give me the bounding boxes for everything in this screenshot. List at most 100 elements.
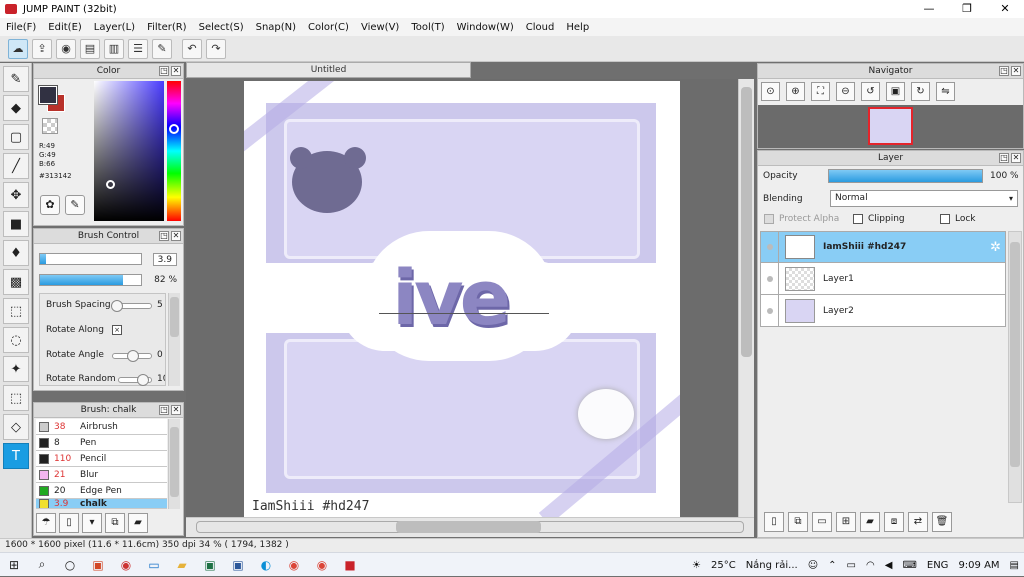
keyboard-icon[interactable]: ⌨ <box>902 560 916 571</box>
canvas-paper[interactable]: ive IamShiii #hd247 <box>244 81 680 517</box>
list-icon[interactable]: ☰ <box>128 38 148 59</box>
brush-folder-icon[interactable]: ▰ <box>128 513 148 533</box>
rotate-random-slider[interactable] <box>118 374 152 386</box>
weather-text[interactable]: Nắng rải... <box>746 560 798 571</box>
protect-alpha-checkbox[interactable]: Protect Alpha <box>764 214 839 224</box>
comment-icon[interactable]: ◉ <box>56 38 76 59</box>
brush-size-slider[interactable] <box>39 253 142 265</box>
language-indicator[interactable]: ENG <box>927 560 949 571</box>
lasso-icon[interactable]: ◌ <box>3 327 29 353</box>
menu-window[interactable]: Window(W) <box>451 22 520 33</box>
bucket-icon[interactable]: ♦ <box>3 240 29 266</box>
canvas-vertical-scrollbar[interactable] <box>738 79 754 517</box>
add-layer-menu-icon[interactable]: ⊞ <box>836 512 856 532</box>
brush-item-airbrush[interactable]: 38 Airbrush <box>36 419 167 435</box>
transparent-swatch[interactable] <box>42 118 58 134</box>
flip-icon[interactable]: ⇋ <box>936 82 955 101</box>
new-folder-icon[interactable]: ▰ <box>860 512 880 532</box>
close-button[interactable]: ✕ <box>986 0 1024 18</box>
chrome-icon[interactable]: ◉ <box>283 556 305 574</box>
rotate-right-icon[interactable]: ↻ <box>911 82 930 101</box>
visibility-icon[interactable] <box>761 295 779 326</box>
excel-icon[interactable]: ▣ <box>199 556 221 574</box>
menu-filter[interactable]: Filter(R) <box>141 22 193 33</box>
cloud-icon[interactable]: ☁ <box>8 38 28 59</box>
rectangle-icon[interactable]: ▢ <box>3 124 29 150</box>
menu-cloud[interactable]: Cloud <box>520 22 561 33</box>
chat-icon[interactable]: ▤ <box>80 38 100 59</box>
popout-icon[interactable]: ◳ <box>159 231 169 241</box>
close-icon[interactable]: ✕ <box>171 231 181 241</box>
windows-start-icon[interactable]: ⊞ <box>3 556 25 574</box>
task-view-icon[interactable]: ○ <box>59 556 81 574</box>
navigator-view[interactable] <box>758 105 1023 148</box>
brush-menu-icon[interactable]: ▾ <box>82 513 102 533</box>
hue-slider-handle[interactable] <box>169 124 179 134</box>
close-icon[interactable]: ✕ <box>171 405 181 415</box>
edit-icon[interactable]: ✎ <box>152 38 172 59</box>
menu-tool[interactable]: Tool(T) <box>405 22 450 33</box>
actual-size-icon[interactable]: ▣ <box>886 82 905 101</box>
menu-select[interactable]: Select(S) <box>193 22 250 33</box>
select-eraser-icon[interactable]: ◇ <box>3 414 29 440</box>
menu-edit[interactable]: Edit(E) <box>42 22 88 33</box>
popout-icon[interactable]: ◳ <box>159 405 169 415</box>
popout-icon[interactable]: ◳ <box>159 66 169 76</box>
copy-layer-icon[interactable]: ⧉ <box>788 512 808 532</box>
transfer-layer-icon[interactable]: ⇄ <box>908 512 928 532</box>
rotate-along-checkbox[interactable]: × <box>112 325 122 335</box>
zoom-reset-icon[interactable]: ⊙ <box>761 82 780 101</box>
saturation-value-picker[interactable] <box>94 81 164 221</box>
select-pen-icon[interactable]: ⬚ <box>3 385 29 411</box>
visibility-icon[interactable] <box>761 263 779 294</box>
brush-item-pen[interactable]: 8 Pen <box>36 435 167 451</box>
main-color-swatch[interactable] <box>38 85 58 105</box>
zoom-in-icon[interactable]: ⊕ <box>786 82 805 101</box>
palette-edit-icon[interactable]: ✎ <box>65 195 85 215</box>
weather-temp[interactable]: 25°C <box>711 560 736 571</box>
powerpoint-icon[interactable]: ▣ <box>87 556 109 574</box>
word-icon[interactable]: ▣ <box>227 556 249 574</box>
brush-list-scrollbar[interactable] <box>168 419 180 509</box>
brush-item-pencil[interactable]: 110 Pencil <box>36 451 167 467</box>
search-icon[interactable]: ⌕ <box>31 556 53 574</box>
select-rect-icon[interactable]: ⬚ <box>3 298 29 324</box>
brush-size-value[interactable]: 3.9 <box>152 253 177 266</box>
rotate-angle-slider[interactable] <box>112 350 152 362</box>
layer-opacity-slider[interactable] <box>828 169 983 183</box>
layer-row-layer2[interactable]: Layer2 <box>760 295 1006 327</box>
palette-icon[interactable]: ✿ <box>40 195 60 215</box>
eraser-icon[interactable]: ◆ <box>3 95 29 121</box>
line-icon[interactable]: ╱ <box>3 153 29 179</box>
minimize-button[interactable]: — <box>910 0 948 18</box>
blending-select[interactable]: Normal ▾ <box>830 190 1018 207</box>
menu-snap[interactable]: Snap(N) <box>250 22 302 33</box>
layer-row-iamshiii[interactable]: IamShiii #hd247 ✲ <box>760 231 1006 263</box>
new-8bit-layer-icon[interactable]: ▭ <box>812 512 832 532</box>
folder-icon[interactable]: ▰ <box>171 556 193 574</box>
delete-layer-icon[interactable]: 🗑 <box>932 512 952 532</box>
new-brush-icon[interactable]: ▯ <box>59 513 79 533</box>
share-icon[interactable]: ⇪ <box>32 38 52 59</box>
fit-icon[interactable]: ⛶ <box>811 82 830 101</box>
popout-icon[interactable]: ◳ <box>999 153 1009 163</box>
battery-icon[interactable]: ▭ <box>847 560 856 571</box>
gear-icon[interactable]: ✲ <box>990 240 1001 255</box>
notification-icon[interactable]: ▤ <box>1010 560 1019 571</box>
canvas-area[interactable]: ive IamShiii #hd247 <box>186 79 738 517</box>
restore-button[interactable]: ❐ <box>948 0 986 18</box>
undo-icon[interactable]: ↶ <box>182 38 202 59</box>
redo-icon[interactable]: ↷ <box>206 38 226 59</box>
navigator-thumbnail[interactable] <box>868 107 913 145</box>
jump-paint-icon[interactable]: ■ <box>339 556 361 574</box>
canvas-horizontal-scrollbar[interactable] <box>186 517 754 537</box>
chevron-up-icon[interactable]: ⌃ <box>828 560 836 571</box>
document-icon[interactable]: ▥ <box>104 38 124 59</box>
user-icon[interactable]: ☺ <box>808 560 818 571</box>
wifi-icon[interactable]: ◠ <box>866 560 875 571</box>
hue-slider[interactable] <box>167 81 181 221</box>
brush-cloud-icon[interactable]: ☂ <box>36 513 56 533</box>
close-icon[interactable]: ✕ <box>1011 153 1021 163</box>
popout-icon[interactable]: ◳ <box>999 66 1009 76</box>
move-icon[interactable]: ✥ <box>3 182 29 208</box>
